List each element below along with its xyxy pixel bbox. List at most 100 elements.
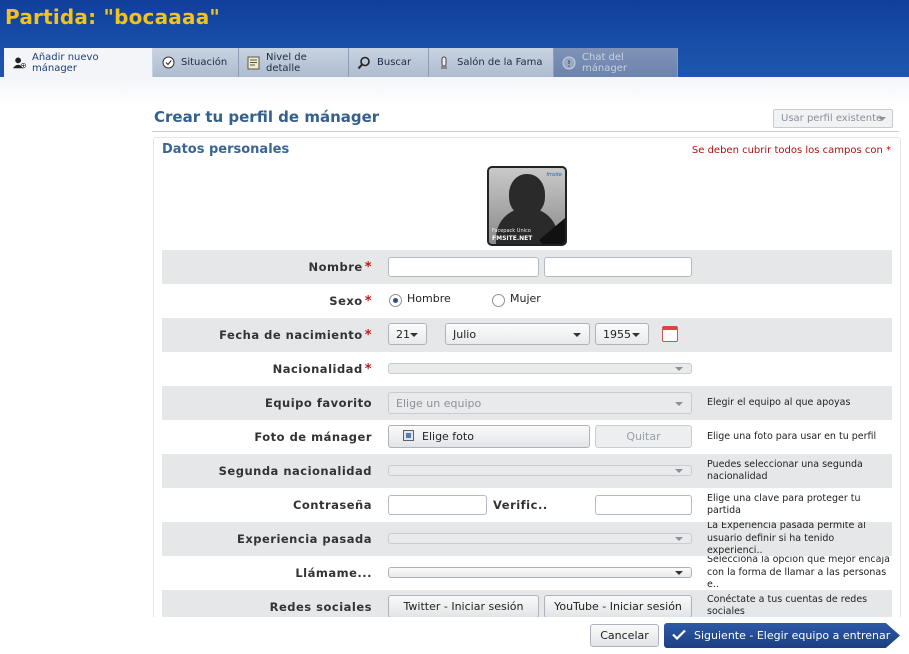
tab-label: Buscar [377, 57, 412, 68]
tab-bar: Añadir nuevo mánager Situación Nivel de … [4, 48, 678, 77]
detail-icon [247, 56, 260, 70]
window-title: Partida: "bocaaaa" [5, 5, 221, 29]
row-segunda: Segunda nacionalidad Puedes seleccionar … [162, 454, 892, 488]
chevron-down-icon [632, 333, 640, 337]
tab-label: Añadir nuevo mánager [32, 51, 99, 74]
field-label: Fecha de nacimiento * [219, 327, 372, 343]
chevron-down-icon [675, 367, 683, 371]
chat-icon [562, 56, 576, 70]
field-label: Nacionalidad * [272, 361, 372, 377]
twitter-login-button[interactable]: Twitter - Iniciar sesión [388, 595, 539, 617]
row-nacionalidad: Nacionalidad * [162, 352, 892, 386]
tab-chat[interactable]: Chat del mánager [554, 48, 678, 77]
required-note: Se deben cubrir todos los campos con * [692, 145, 891, 156]
chevron-down-icon [878, 117, 886, 121]
help-text: La Experiencia pasada permite al usuario… [707, 522, 866, 556]
male-radio[interactable] [389, 294, 402, 307]
existing-profile-label: Usar perfil existente [781, 113, 883, 124]
male-label: Hombre [407, 292, 451, 305]
row-equipo: Equipo favorito Elige un equipo Elegir e… [162, 386, 892, 420]
tab-buscar[interactable]: Buscar [349, 48, 429, 77]
year-select[interactable]: 1955 [595, 323, 649, 345]
tab-nivel-detalle[interactable]: Nivel de detalle [239, 48, 349, 77]
tab-label: Nivel de detalle [266, 51, 307, 74]
field-label: Equipo favorito [264, 396, 372, 410]
choose-photo-button[interactable]: Elige foto [388, 425, 590, 448]
field-label: Contraseña [292, 498, 372, 512]
help-text: Conéctate a tus cuentas de redes sociale… [707, 594, 868, 617]
choose-photo-label: Elige foto [422, 430, 474, 443]
chevron-down-icon [675, 537, 683, 541]
manager-photo[interactable]: fmsite Facepack Unico FMSITE.NET [487, 166, 567, 246]
existing-profile-dropdown[interactable]: Usar perfil existente [773, 109, 893, 128]
first-name-input[interactable] [388, 257, 539, 277]
avatar-caption: Facepack Unico [492, 228, 531, 234]
female-radio[interactable] [492, 294, 505, 307]
required-note-text: Se deben cubrir todos los campos con [691, 145, 883, 156]
next-button[interactable]: Siguiente - Elegir equipo a entrenar [664, 623, 900, 648]
chevron-down-icon [573, 333, 581, 337]
tab-label: Salón de la Fama [457, 57, 543, 68]
field-label: Llámame... [295, 566, 372, 580]
field-label: Segunda nacionalidad [218, 464, 372, 478]
month-select[interactable]: Julio [445, 323, 590, 345]
row-llamame: Llámame... Selecciona la opción que mejo… [162, 556, 892, 590]
add-manager-icon [12, 56, 26, 70]
status-icon [161, 56, 175, 70]
field-label: Nombre * [308, 259, 372, 275]
tab-content-header [0, 77, 909, 105]
youtube-login-button[interactable]: YouTube - Iniciar sesión [544, 595, 692, 617]
help-text: Selecciona la opción que mejor encaja co… [707, 556, 890, 590]
help-text: Puedes seleccionar una segunda nacionali… [707, 458, 863, 482]
cancel-button[interactable]: Cancelar [590, 624, 659, 647]
field-label: Foto de mánager [254, 430, 372, 444]
image-icon [403, 429, 414, 444]
row-password: Contraseña Verific.. Elige una clave par… [162, 488, 892, 522]
second-nationality-select[interactable] [388, 465, 692, 476]
day-select[interactable]: 21 [388, 323, 427, 345]
row-fecha: Fecha de nacimiento * 21 Julio 1955 [162, 318, 892, 352]
password-input[interactable] [388, 495, 487, 515]
page-title: Crear tu perfil de mánager [154, 108, 380, 126]
remove-photo-button[interactable]: Quitar [595, 425, 692, 448]
experience-select[interactable] [388, 533, 692, 544]
nationality-select[interactable] [388, 363, 692, 374]
search-icon [357, 56, 371, 70]
help-text: Elige una foto para usar en tu perfil [707, 430, 877, 442]
chevron-down-icon [675, 402, 683, 406]
help-text: Elegir el equipo al que apoyas [707, 396, 851, 408]
row-experiencia: Experiencia pasada La Experiencia pasada… [162, 522, 892, 556]
row-foto: Foto de mánager Elige foto Quitar Elige … [162, 420, 892, 454]
call-me-select[interactable] [388, 567, 692, 578]
avatar-logo: fmsite [546, 172, 562, 178]
tab-add-manager[interactable]: Añadir nuevo mánager [4, 48, 153, 77]
last-name-input[interactable] [544, 257, 692, 277]
tab-salon-fama[interactable]: Salón de la Fama [429, 48, 554, 77]
help-text: Elige una clave para proteger tu partida [707, 492, 861, 516]
divider [152, 131, 899, 132]
tab-label: Chat del mánager [582, 51, 627, 74]
check-icon [672, 629, 686, 643]
female-label: Mujer [510, 292, 541, 305]
row-redes: Redes sociales Twitter - Iniciar sesión … [162, 590, 892, 617]
chevron-down-icon [675, 469, 683, 473]
calendar-icon[interactable] [662, 326, 678, 342]
required-star: * [886, 145, 891, 156]
chevron-down-icon [410, 333, 418, 337]
tab-label: Situación [181, 57, 228, 68]
next-label: Siguiente - Elegir equipo a entrenar [694, 629, 891, 642]
row-sexo: Sexo * Hombre Mujer [162, 284, 892, 318]
chevron-down-icon [675, 571, 683, 575]
hall-of-fame-icon [437, 56, 451, 70]
verify-password-input[interactable] [595, 495, 692, 515]
field-label: Experiencia pasada [236, 532, 372, 546]
avatar-site: FMSITE.NET [492, 235, 533, 242]
field-label: Sexo * [329, 293, 372, 309]
tab-situacion[interactable]: Situación [153, 48, 239, 77]
section-title: Datos personales [162, 142, 290, 157]
verify-label: Verific.. [493, 498, 548, 512]
top-bar: Partida: "bocaaaa" Añadir nuevo mánager … [0, 0, 909, 77]
team-select[interactable]: Elige un equipo [388, 392, 692, 414]
row-nombre: Nombre * [162, 250, 892, 284]
field-label: Redes sociales [269, 600, 372, 614]
